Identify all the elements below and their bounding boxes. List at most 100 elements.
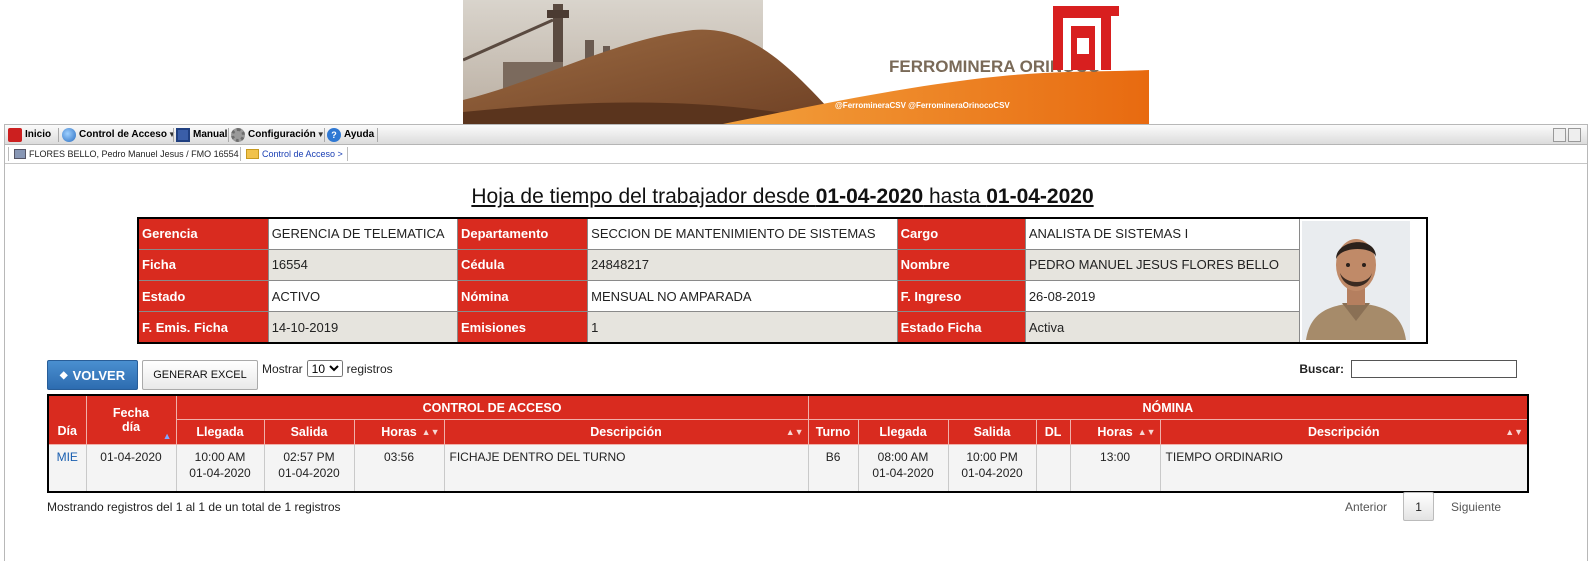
globe-icon xyxy=(62,127,76,142)
crumb-divider xyxy=(240,147,241,161)
menu-inicio-label: Inicio xyxy=(25,129,52,140)
col-fecha-label-2: día xyxy=(121,420,141,434)
generar-excel-button[interactable]: GENERAR EXCEL xyxy=(142,360,258,390)
social-handles: @FerromineraCSV @FerromineraOrinocoCSV xyxy=(835,101,1010,110)
menu-configuracion-label: Configuración xyxy=(248,129,316,140)
info-row: Estado ACTIVO Nómina MENSUAL NO AMPARADA… xyxy=(137,279,1427,313)
info-label: F. Ingreso xyxy=(896,279,1026,313)
info-label: Emisiones xyxy=(456,311,589,344)
crumb-divider xyxy=(8,147,9,161)
col-n-llegada[interactable]: Llegada xyxy=(857,419,949,445)
menu-divider xyxy=(58,128,59,142)
pagination-next[interactable]: Siguiente xyxy=(1451,500,1501,514)
exit-icon[interactable] xyxy=(1568,128,1581,142)
info-value: Activa xyxy=(1024,311,1301,344)
volver-label: VOLVER xyxy=(72,367,126,383)
chevron-down-icon: ▼ xyxy=(167,130,176,139)
gear-icon xyxy=(231,127,245,142)
col-ca-llegada[interactable]: Llegada xyxy=(175,419,265,445)
col-ca-horas[interactable]: Horas ▲▼ xyxy=(353,419,445,445)
sort-both-icon: ▲▼ xyxy=(421,427,440,437)
cell-fecha: 01-04-2020 xyxy=(85,444,177,493)
col-n-descripcion[interactable]: Descripción ▲▼ xyxy=(1159,419,1529,445)
group-header-row: Día Fecha día ▲ CONTROL DE ACCESO NÓMINA xyxy=(47,394,1529,445)
time-value: 02:57 PM xyxy=(283,450,335,464)
time-value: 08:00 AM xyxy=(877,450,929,464)
cell-ca-horas: 03:56 xyxy=(353,444,445,493)
pagination-page[interactable]: 1 xyxy=(1403,492,1435,521)
column-header-row: Llegada Salida Horas ▲▼ Descripción ▲▼ Tur… xyxy=(48,419,1529,445)
col-n-horas[interactable]: Horas ▲▼ xyxy=(1069,419,1161,445)
info-value: ANALISTA DE SISTEMAS I xyxy=(1024,217,1301,250)
volver-button[interactable]: ◆ VOLVER xyxy=(47,360,138,390)
col-label: Descripción xyxy=(590,425,662,439)
cell-turno: B6 xyxy=(807,444,859,493)
back-arrow-icon: ◆ xyxy=(59,369,68,381)
title-prefix: Hoja de tiempo del trabajador desde xyxy=(471,185,816,208)
sort-both-icon: ▲▼ xyxy=(1505,427,1524,437)
info-value: PEDRO MANUEL JESUS FLORES BELLO xyxy=(1024,248,1301,282)
col-ca-descripcion[interactable]: Descripción ▲▼ xyxy=(443,419,809,445)
info-value: 24848217 xyxy=(587,248,898,282)
info-label: Departamento xyxy=(456,217,589,250)
cell-n-horas: 13:00 xyxy=(1069,444,1161,493)
menu-divider xyxy=(377,128,378,142)
group-nomina-label: NÓMINA xyxy=(1142,400,1194,415)
group-control-acceso: CONTROL DE ACCESO xyxy=(175,394,809,420)
menu-inicio[interactable]: Inicio xyxy=(8,125,51,144)
menu-bar: Inicio Control de Acceso ▼ Manual Config… xyxy=(5,125,1587,145)
folder-icon xyxy=(246,149,259,159)
menu-ayuda[interactable]: ? Ayuda xyxy=(327,125,374,144)
cell-dl xyxy=(1035,444,1071,493)
col-label: Llegada xyxy=(879,425,927,439)
info-row: Ficha 16554 Cédula 24848217 Nombre PEDRO… xyxy=(137,248,1427,282)
pagination-prev[interactable]: Anterior xyxy=(1345,500,1387,514)
menu-manual-label: Manual xyxy=(193,129,228,140)
col-n-salida[interactable]: Salida xyxy=(947,419,1037,445)
col-dl[interactable]: DL xyxy=(1035,419,1071,445)
help-icon: ? xyxy=(327,127,341,142)
info-label: Estado xyxy=(137,279,269,313)
cell-ca-salida: 02:57 PM 01-04-2020 xyxy=(263,444,355,493)
title-date-to: 01-04-2020 xyxy=(986,185,1094,208)
page-title: Hoja de tiempo del trabajador desde 01-0… xyxy=(0,185,1565,209)
page-length-control: Mostrar 10 registros xyxy=(262,360,393,377)
time-value: 10:00 AM xyxy=(194,450,246,464)
cell-ca-descripcion: FICHAJE DENTRO DEL TURNO xyxy=(443,444,809,493)
col-label: Horas xyxy=(1097,425,1133,439)
time-value: 10:00 PM xyxy=(966,450,1018,464)
sort-asc-icon: ▲ xyxy=(162,431,172,441)
col-dia[interactable]: Día xyxy=(47,394,87,445)
mostrar-label: Mostrar xyxy=(262,361,303,376)
info-value: 14-10-2019 xyxy=(267,311,458,344)
date-value: 01-04-2020 xyxy=(961,466,1023,480)
title-middle: hasta xyxy=(923,185,987,208)
dia-link[interactable]: MIE xyxy=(57,450,78,464)
timesheet-table: Día Fecha día ▲ CONTROL DE ACCESO NÓMINA… xyxy=(47,394,1530,493)
calendar-icon[interactable] xyxy=(1553,128,1566,142)
crumb-user-label: FLORES BELLO, Pedro Manuel Jesus / FMO 1… xyxy=(29,149,239,159)
window-controls xyxy=(1553,128,1581,142)
menu-control-acceso[interactable]: Control de Acceso ▼ xyxy=(62,125,176,144)
col-label: Llegada xyxy=(196,425,244,439)
col-label: Horas xyxy=(381,425,417,439)
col-turno[interactable]: Turno xyxy=(807,419,859,445)
page-length-select[interactable]: 10 xyxy=(306,360,343,377)
info-label: Gerencia xyxy=(137,217,269,250)
cell-n-llegada: 08:00 AM 01-04-2020 xyxy=(857,444,949,493)
registros-label: registros xyxy=(346,361,393,376)
col-ca-salida[interactable]: Salida xyxy=(263,419,355,445)
crumb-section-link[interactable]: Control de Acceso > xyxy=(262,145,343,163)
menu-manual[interactable]: Manual xyxy=(176,125,227,144)
crumb-control-acceso[interactable]: Control de Acceso > xyxy=(246,145,343,163)
col-label: Descripción xyxy=(1308,425,1380,439)
search-input[interactable] xyxy=(1351,360,1517,378)
info-label: Nómina xyxy=(456,279,589,313)
pagination: Anterior 1 Siguiente xyxy=(1345,492,1501,521)
user-card-icon xyxy=(14,149,26,159)
menu-configuracion[interactable]: Configuración ▼ xyxy=(231,125,325,144)
cell-n-descripcion: TIEMPO ORDINARIO xyxy=(1159,444,1529,493)
col-fecha[interactable]: Fecha día ▲ xyxy=(85,394,177,445)
cell-dia: MIE xyxy=(47,444,87,493)
info-value: 26-08-2019 xyxy=(1024,279,1301,313)
